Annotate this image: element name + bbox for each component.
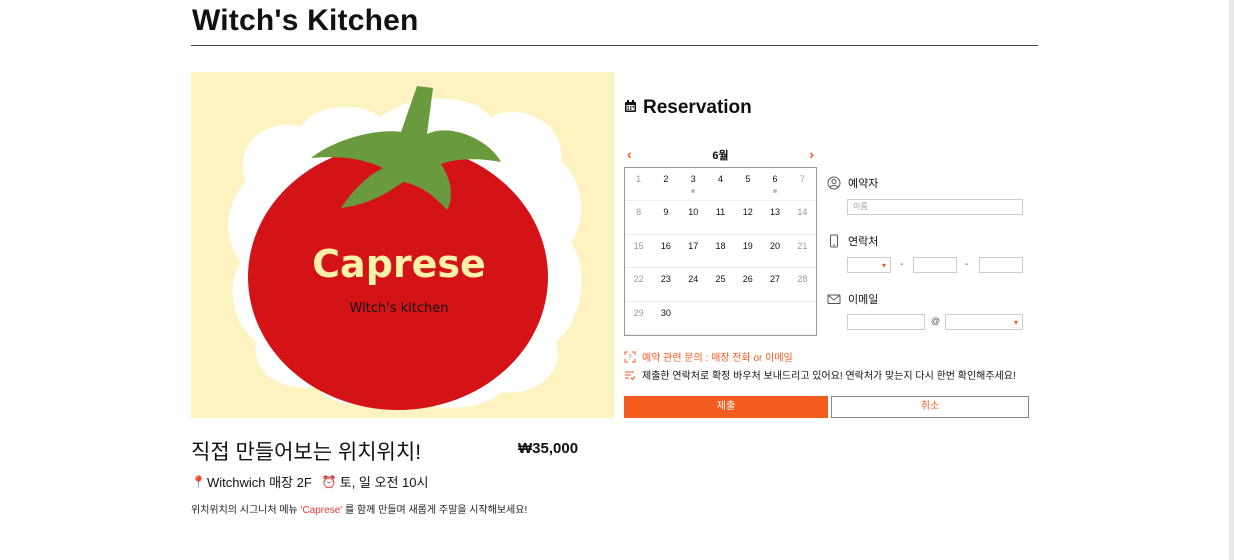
voucher-notice-text: 제출한 연락처로 확정 바우처 보내드리고 있어요! 연락처가 맞는지 다시 한… xyxy=(642,371,1016,382)
calendar-day[interactable]: 24 xyxy=(679,268,707,302)
calendar-day[interactable]: 22 xyxy=(625,268,653,302)
phone-separator: - xyxy=(900,259,904,270)
email-domain-select[interactable]: ▾ xyxy=(945,314,1023,330)
calendar-day[interactable]: 28 xyxy=(788,268,816,302)
calendar-day[interactable]: 27 xyxy=(761,268,789,302)
phone-middle-input[interactable] xyxy=(913,257,957,273)
contact-label: 연락처 xyxy=(827,233,878,249)
email-id-input[interactable] xyxy=(847,314,925,330)
product-price: ₩35,000 xyxy=(518,440,579,457)
smartphone-icon xyxy=(827,234,841,248)
chevron-down-icon: ▾ xyxy=(1013,318,1018,327)
calendar-day[interactable]: 5 xyxy=(734,168,762,202)
calendar-day[interactable]: 10 xyxy=(679,201,707,235)
product-schedule: 토, 일 오전 10시 xyxy=(339,475,429,490)
calendar-day[interactable]: 19 xyxy=(734,235,762,269)
calendar-icon xyxy=(624,97,637,119)
title-divider xyxy=(191,45,1038,46)
reserver-label: 예약자 xyxy=(827,175,878,191)
email-at-sign: @ xyxy=(931,316,941,326)
calendar-day[interactable]: 16 xyxy=(652,235,680,269)
calendar-day[interactable]: 1 xyxy=(625,168,653,202)
calendar-day[interactable]: 18 xyxy=(706,235,735,269)
inquiry-notice: ? 예약 관련 문의 : 매장 전화 or 이메일 xyxy=(624,349,793,364)
hero-image: Caprese Witch's kitchen xyxy=(191,72,614,418)
help-scan-icon: ? xyxy=(624,351,636,363)
calendar-empty-cell xyxy=(679,302,707,335)
calendar-day[interactable]: 17 xyxy=(679,235,707,269)
calendar-day[interactable]: 7 xyxy=(788,168,816,202)
calendar-empty-cell xyxy=(734,302,762,335)
user-icon xyxy=(827,176,841,190)
email-label: 이메일 xyxy=(827,291,878,307)
phone-separator-2: - xyxy=(965,259,969,270)
calendar-day[interactable]: 20 xyxy=(761,235,789,269)
calendar-day[interactable]: 12 xyxy=(734,201,762,235)
calendar-day[interactable]: 8 xyxy=(625,201,653,235)
product-meta: 📍 Witchwich 매장 2F ⏰ 토, 일 오전 10시 xyxy=(191,472,428,491)
calendar-grid: 1 2 3 4 5 6 7 8 9 10 11 12 13 14 15 16 17 18 19 20 21 22 23 24 2… xyxy=(624,167,817,336)
description-text-end: 를 함께 만들며 새롭게 주말을 시작해보세요! xyxy=(342,505,528,516)
phone-last-input[interactable] xyxy=(979,257,1023,273)
alarm-clock-icon: ⏰ xyxy=(321,474,337,489)
email-label-text: 이메일 xyxy=(848,294,879,306)
phone-prefix-select[interactable]: ▾ xyxy=(847,257,891,273)
product-description: 위치위치의 시그니처 메뉴 'Caprese' 를 함께 만들며 새롭게 주말을… xyxy=(191,501,527,516)
submit-button[interactable]: 제출 xyxy=(624,396,828,418)
tomato-illustration: Caprese Witch's kitchen xyxy=(228,86,582,410)
list-check-icon xyxy=(624,369,636,381)
calendar-navigation: ‹ 6월 › xyxy=(624,146,817,162)
calendar-empty-cell xyxy=(706,302,735,335)
calendar-day[interactable]: 4 xyxy=(706,168,735,202)
calendar-day[interactable]: 6 xyxy=(761,168,789,202)
hero-subcaption: Witch's kitchen xyxy=(349,301,448,316)
next-month-chevron-icon[interactable]: › xyxy=(809,146,814,162)
hero-caption: Caprese xyxy=(312,242,486,286)
reserver-label-text: 예약자 xyxy=(848,178,879,190)
calendar-day[interactable]: 21 xyxy=(788,235,816,269)
calendar-day[interactable]: 11 xyxy=(706,201,735,235)
calendar-month: 6월 xyxy=(712,150,729,162)
scrollbar-track[interactable] xyxy=(1229,0,1234,560)
chevron-down-icon: ▾ xyxy=(881,261,886,270)
reservation-heading: Reservation xyxy=(624,97,752,119)
calendar-day[interactable]: 29 xyxy=(625,302,653,335)
reservation-title: Reservation xyxy=(643,97,752,118)
contact-label-text: 연락처 xyxy=(848,236,879,248)
calendar-day[interactable]: 26 xyxy=(734,268,762,302)
calendar-day[interactable]: 23 xyxy=(652,268,680,302)
mail-icon xyxy=(827,292,841,306)
product-name: 직접 만들어보는 위치위치! xyxy=(191,441,422,464)
description-text: 위치위치의 시그니처 메뉴 xyxy=(191,505,301,516)
description-highlight: 'Caprese' xyxy=(300,505,343,516)
svg-text:?: ? xyxy=(628,353,632,361)
location-pin-icon: 📍 xyxy=(191,474,206,489)
calendar-day[interactable]: 2 xyxy=(652,168,680,202)
page-title: Witch's Kitchen xyxy=(192,4,419,37)
calendar-day[interactable]: 13 xyxy=(761,201,789,235)
cancel-button[interactable]: 취소 xyxy=(831,396,1029,418)
availability-dot xyxy=(773,189,778,193)
product-location: Witchwich 매장 2F xyxy=(206,475,312,490)
voucher-notice: 제출한 연락처로 확정 바우처 보내드리고 있어요! 연락처가 맞는지 다시 한… xyxy=(624,367,1016,382)
inquiry-notice-text: 예약 관련 문의 : 매장 전화 or 이메일 xyxy=(642,353,793,364)
calendar-empty-cell xyxy=(788,302,816,335)
name-input[interactable]: 이름 xyxy=(847,199,1023,215)
calendar-day[interactable]: 9 xyxy=(652,201,680,235)
calendar-day[interactable]: 3 xyxy=(679,168,707,202)
calendar-day[interactable]: 14 xyxy=(788,201,816,235)
calendar-day[interactable]: 15 xyxy=(625,235,653,269)
calendar-day[interactable]: 25 xyxy=(706,268,735,302)
calendar-day[interactable]: 30 xyxy=(652,302,680,335)
availability-dot xyxy=(691,189,696,193)
calendar-empty-cell xyxy=(761,302,789,335)
